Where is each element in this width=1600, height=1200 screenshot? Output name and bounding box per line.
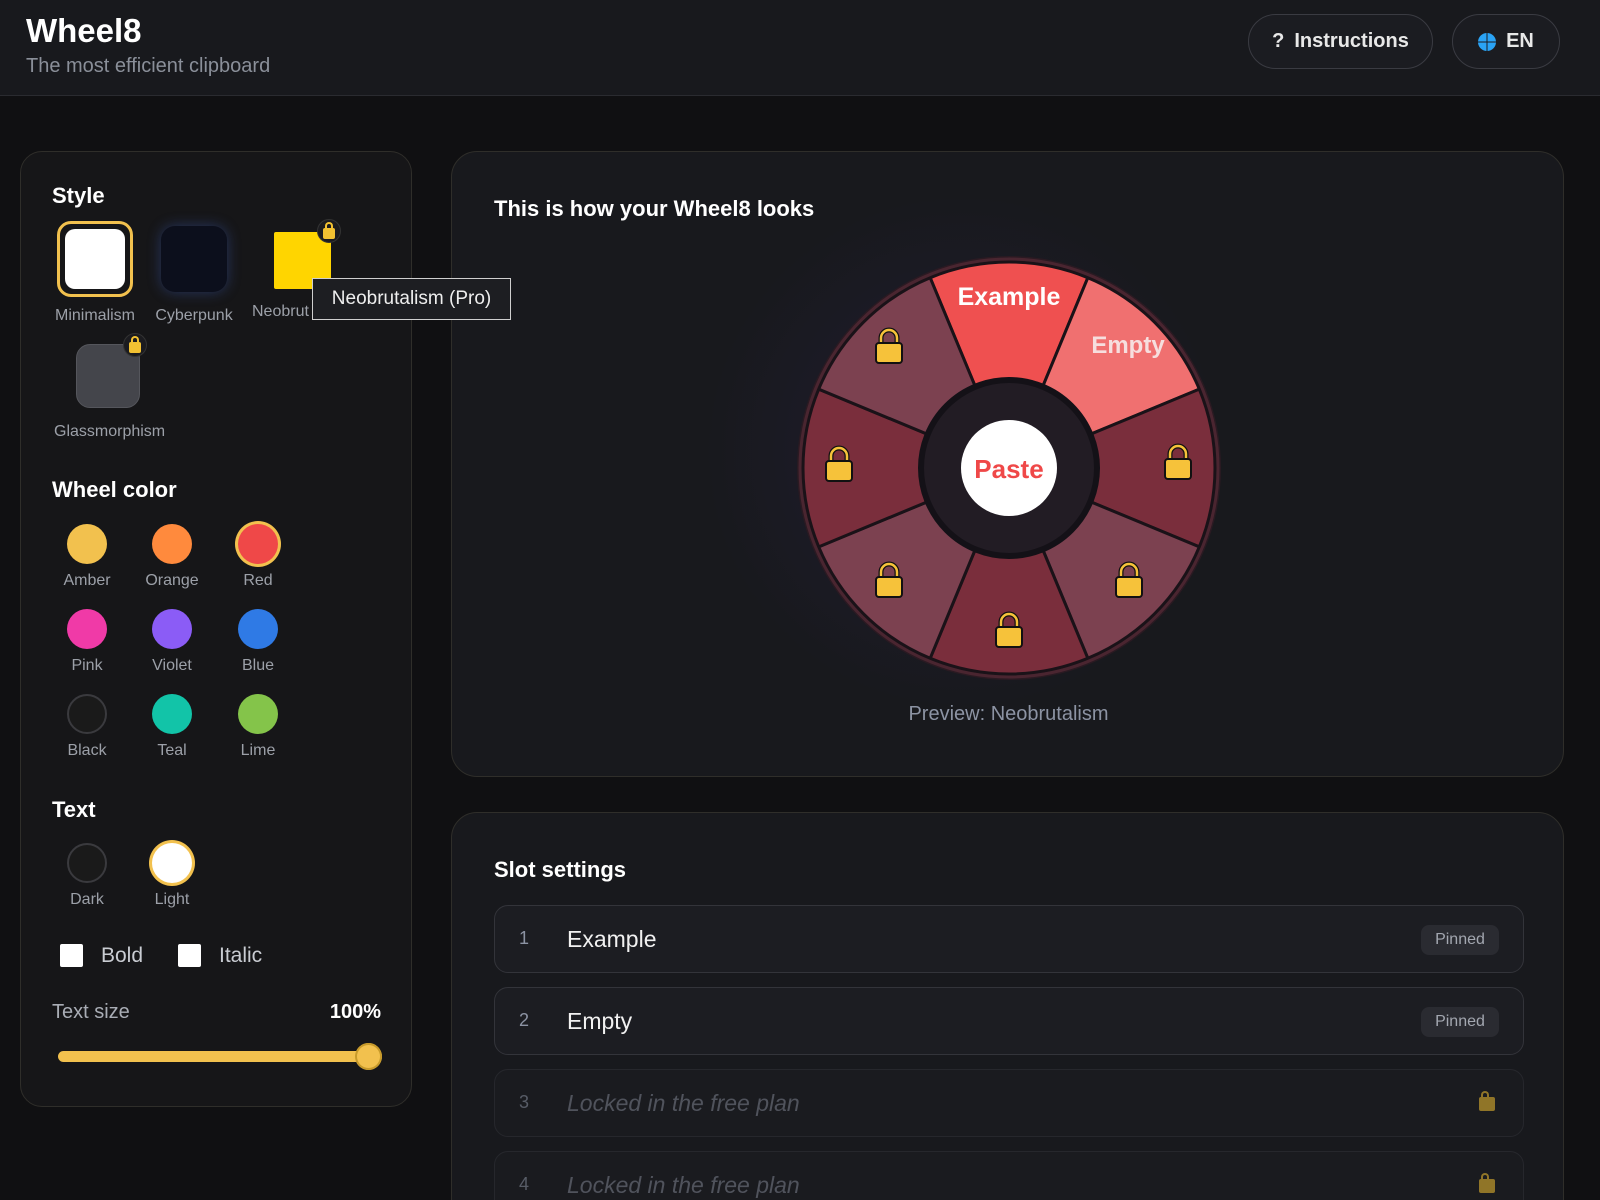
color-label-lime: Lime [240,742,276,759]
pinned-badge: Pinned [1421,925,1499,955]
style-tooltip: Neobrutalism (Pro) [312,278,511,320]
wheel-preview: Paste Example Empty [797,256,1221,680]
lock-icon [1479,1173,1495,1193]
preview-panel: This is how your Wheel8 looks Paste Exam… [451,151,1564,777]
paste-label: Paste [974,454,1043,484]
color-label-violet: Violet [152,657,192,674]
color-label-blue: Blue [241,657,275,674]
text-color-dark[interactable] [67,843,107,883]
slot-row-locked: 3 Locked in the free plan [494,1069,1524,1137]
text-section-title: Text [52,797,96,822]
color-label-pink: Pink [71,657,103,674]
slot-text: Example [567,926,657,952]
color-label-red: Red [243,572,273,589]
color-label-black: Black [67,742,107,759]
text-size-slider-thumb[interactable] [355,1043,382,1070]
slot-text: Locked in the free plan [567,1090,800,1116]
slot-number: 2 [519,1010,530,1030]
color-pink[interactable] [67,609,107,649]
bold-label: Bold [101,944,144,967]
text-size-value: 100% [329,1001,381,1023]
glassmorphism-lock-icon [123,333,147,357]
style-label-cyberpunk: Cyberpunk [155,307,233,324]
style-label-glassmorphism: Glassmorphism [54,423,166,440]
app-title: Wheel8 [26,12,142,49]
style-option-cyberpunk[interactable] [161,226,227,292]
language-label: EN [1506,30,1534,52]
color-lime[interactable] [238,694,278,734]
slot-row[interactable]: 1 Example Pinned [494,905,1524,973]
slot-settings-panel: Slot settings 1 Example Pinned 2 Empty P… [451,812,1564,1200]
slot-text: Locked in the free plan [567,1172,800,1198]
color-black[interactable] [67,694,107,734]
instructions-button[interactable]: ? Instructions [1248,14,1433,69]
app-header: Wheel8 The most efficient clipboard ? In… [0,0,1600,96]
text-size-slider-track[interactable] [58,1051,368,1062]
neobrutalism-lock-icon [317,219,341,243]
instructions-label: Instructions [1294,30,1409,52]
style-label-neobrutalism: Neobrut [252,303,309,320]
slot-row[interactable]: 2 Empty Pinned [494,987,1524,1055]
italic-label: Italic [219,944,263,967]
lock-icon [1479,1091,1495,1111]
color-violet[interactable] [152,609,192,649]
language-button[interactable]: EN [1452,14,1560,69]
text-size-label: Text size [52,1001,130,1023]
question-icon: ? [1272,30,1285,52]
slot-number: 1 [519,928,530,948]
minimalism-swatch [65,229,125,289]
color-label-teal: Teal [157,742,187,759]
color-amber[interactable] [67,524,107,564]
text-color-label-dark: Dark [70,891,104,908]
color-teal[interactable] [152,694,192,734]
slot-number: 4 [519,1174,530,1194]
style-section-title: Style [52,183,105,208]
segment-label-empty: Empty [1091,332,1165,359]
style-option-minimalism[interactable] [57,221,133,297]
wheel-color-title: Wheel color [52,477,177,502]
preview-caption: Preview: Neobrutalism [908,703,1109,725]
slot-settings-title: Slot settings [494,857,627,882]
text-color-label-light: Light [154,891,190,908]
slot-row-locked: 4 Locked in the free plan [494,1151,1524,1200]
color-orange[interactable] [152,524,192,564]
globe-icon [1478,32,1497,51]
text-color-light[interactable] [152,843,192,883]
pinned-badge: Pinned [1421,1007,1499,1037]
color-red[interactable] [238,524,278,564]
slot-number: 3 [519,1092,530,1112]
color-blue[interactable] [238,609,278,649]
slot-text: Empty [567,1008,633,1034]
italic-checkbox[interactable] [178,944,201,967]
bold-checkbox[interactable] [60,944,83,967]
style-label-minimalism: Minimalism [55,307,135,324]
app-subtitle: The most efficient clipboard [26,55,271,77]
color-label-orange: Orange [145,572,199,589]
segment-label-example: Example [958,283,1061,311]
color-label-amber: Amber [63,572,111,589]
